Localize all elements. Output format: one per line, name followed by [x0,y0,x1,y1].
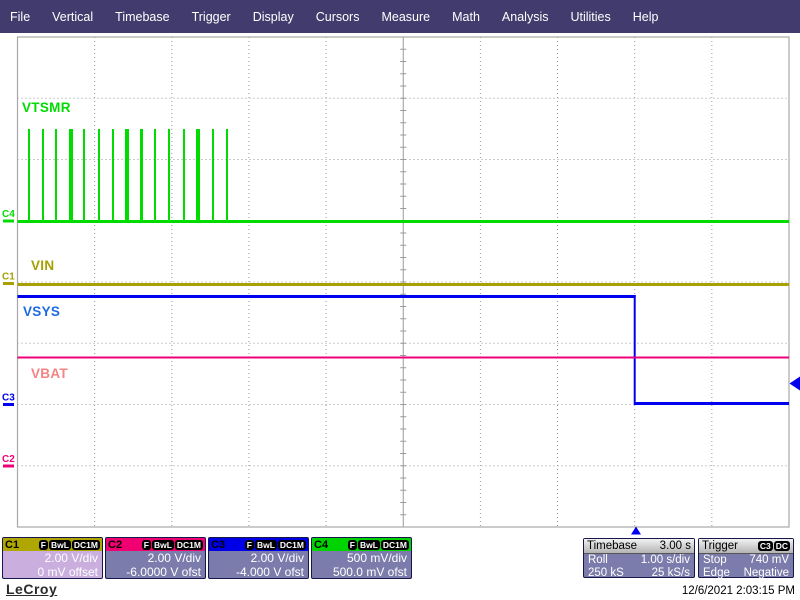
channel-marker-c4: C4 [2,209,15,220]
trigger-level-arrow [790,377,800,391]
channel-scale: 500 mV/div [312,551,411,565]
dc1m-badge: DC1M [381,540,409,550]
bwl-badge: BwL [358,540,380,550]
vtsmr-label: VTSMR [22,100,71,115]
trace-vtsmr-pulse [112,129,114,221]
dc1m-badge: DC1M [72,540,100,550]
channel-marker-c1: C1 [2,272,15,283]
trace-vsys-drop [634,295,636,405]
vsys-label: VSYS [23,304,60,319]
channel-id-label: C4 [314,539,328,551]
trace-vtsmr-pulse [212,129,214,221]
timebase-panel[interactable]: Timebase 3.00 s Roll 1.00 s/div 250 kS 2… [583,538,695,578]
dc1m-badge: DC1M [278,540,306,550]
trigger-header: Trigger C3DC [699,539,793,554]
channel-scale: 2.00 V/div [106,551,205,565]
trace-vtsmr-pulse [55,129,57,221]
channel-marker-tick [3,403,14,406]
channel-offset: -4.000 V ofst [209,565,308,579]
f-badge: F [142,540,151,550]
trace-vtsmr-pulse [183,129,185,221]
trace-vtsmr-pulse [98,129,100,221]
trace-vsys-low [635,402,789,405]
trace-vtsmr-pulse [42,129,44,221]
trace-vtsmr-pulse [125,129,129,221]
trace-vtsmr-pulse [69,129,73,221]
channel-c3-header: C3 FBwLDC1M [209,538,308,551]
trace-vtsmr-baseline [18,220,790,223]
trigger-badge-dc: DC [774,541,790,551]
bwl-badge: BwL [255,540,277,550]
trace-vtsmr-pulse [168,129,170,221]
trace-vtsmr-pulse [154,129,156,221]
f-badge: F [39,540,48,550]
trace-vtsmr-pulse [28,129,30,221]
channel-c4-descriptor[interactable]: C4 FBwLDC1M500 mV/div500.0 mV ofst [311,537,412,579]
channel-c2-descriptor[interactable]: C2 FBwLDC1M2.00 V/div-6.0000 V ofst [105,537,206,579]
timebase-samples: 250 kS [588,567,624,580]
trigger-type: Edge [703,567,730,580]
timebase-scale: 1.00 s/div [641,554,690,567]
trace-vtsmr-pulse [226,129,228,221]
trace-vtsmr-pulse [196,129,200,221]
channel-offset: -6.0000 V ofst [106,565,205,579]
f-badge: F [348,540,357,550]
channel-marker-tick [3,220,14,223]
channel-marker-c2: C2 [2,454,15,465]
trace-vtsmr-pulse [140,129,143,221]
channel-marker-c3: C3 [2,393,15,404]
channel-c3-descriptor[interactable]: C3 FBwLDC1M2.00 V/div-4.000 V ofst [208,537,309,579]
channel-id-label: C3 [211,539,225,551]
channel-marker-tick [3,465,14,468]
channel-c1-header: C1 FBwLDC1M [3,538,102,551]
channel-offset: 500.0 mV ofst [312,565,411,579]
trace-vsys-high [18,295,636,298]
bwl-badge: BwL [152,540,174,550]
timebase-mode: Roll [588,554,608,567]
channel-scale: 2.00 V/div [209,551,308,565]
trigger-title: Trigger [702,540,738,552]
trigger-source-badges: C3DC [757,541,790,551]
channel-c1-descriptor[interactable]: C1 FBwLDC1M2.00 V/div0 mV offset [2,537,103,579]
trigger-mode: Stop [703,554,727,567]
channel-id-label: C2 [108,539,122,551]
lecroy-logo: LeCroy [6,581,57,597]
scope-grid: C4 C1 C3 C2 [0,0,800,537]
oscilloscope-app: FileVerticalTimebaseTriggerDisplayCursor… [0,0,800,600]
trace-vin [18,283,790,286]
vin-label: VIN [31,258,54,273]
dc1m-badge: DC1M [175,540,203,550]
trace-vtsmr-pulse [83,129,85,221]
channel-id-label: C1 [5,539,19,551]
timebase-samplerate: 25 kS/s [652,567,690,580]
f-badge: F [245,540,254,550]
trigger-panel[interactable]: Trigger C3DC Stop 740 mV Edge Negative [698,538,794,578]
timebase-header: Timebase 3.00 s [584,539,694,554]
channel-c2-header: C2 FBwLDC1M [106,538,205,551]
channel-offset: 0 mV offset [3,565,102,579]
trigger-time-arrow [631,527,641,535]
trigger-slope: Negative [744,567,789,580]
channel-marker-tick [3,282,14,285]
datetime: 12/6/2021 2:03:15 PM [682,585,795,597]
bwl-badge: BwL [49,540,71,550]
channel-scale: 2.00 V/div [3,551,102,565]
trigger-badge-c3: C3 [758,541,773,551]
timebase-value: 3.00 s [660,540,691,552]
channel-c4-header: C4 FBwLDC1M [312,538,411,551]
trigger-level: 740 mV [749,554,789,567]
vbat-label: VBAT [31,366,68,381]
trace-vbat [18,357,790,359]
timebase-title: Timebase [587,540,637,552]
